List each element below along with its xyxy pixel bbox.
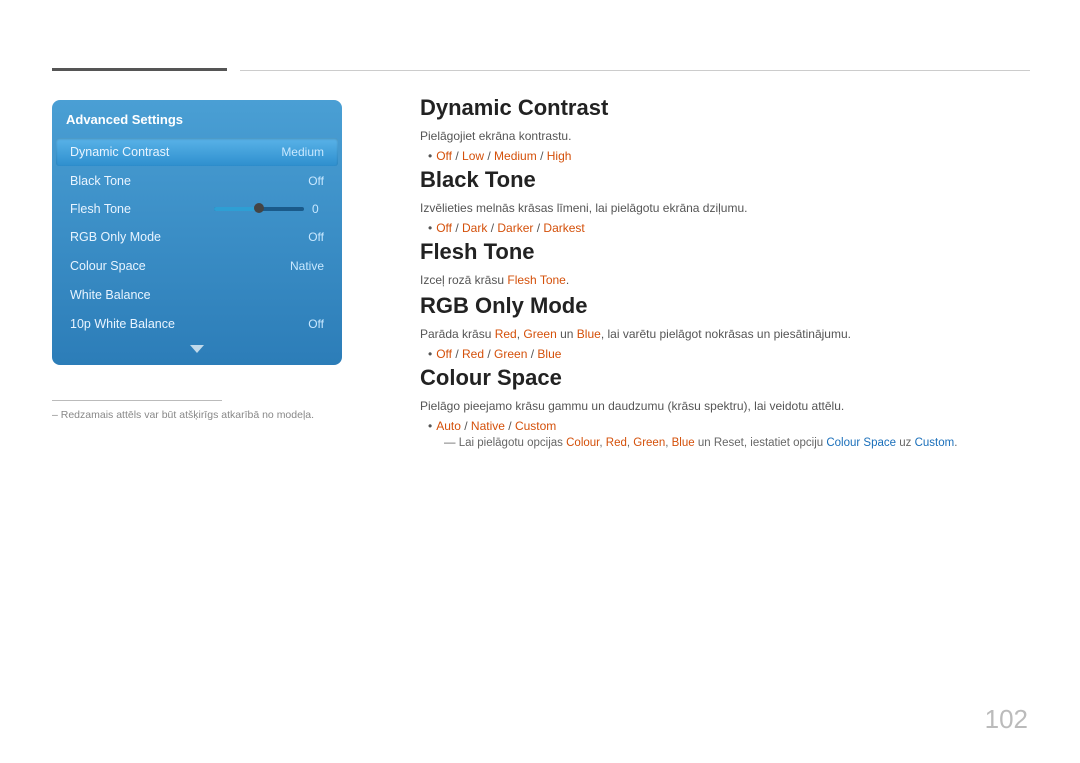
10p-white-balance-value: Off bbox=[308, 317, 324, 331]
dynamic-contrast-label: Dynamic Contrast bbox=[70, 145, 169, 159]
rgb-only-mode-desc: Parāda krāsu Red, Green un Blue, lai var… bbox=[420, 327, 1030, 341]
flesh-tone-desc: Izceļ rozā krāsu Flesh Tone. bbox=[420, 273, 1030, 287]
menu-item-flesh-tone[interactable]: Flesh Tone 0 bbox=[56, 196, 338, 222]
menu-item-10p-white-balance[interactable]: 10p White Balance Off bbox=[56, 310, 338, 338]
bullet-item: Off / Low / Medium / High bbox=[428, 149, 1030, 163]
custom-link: Custom bbox=[915, 437, 955, 449]
panel-note: – Redzamais attēls var būt atšķirīgs atk… bbox=[52, 400, 342, 421]
option-native: Native bbox=[471, 419, 505, 433]
flesh-tone-title: Flesh Tone bbox=[420, 239, 1030, 265]
colour-space-bullets: Auto / Native / Custom bbox=[420, 419, 1030, 433]
right-content: Dynamic Contrast Pielāgojiet ekrāna kont… bbox=[420, 95, 1030, 449]
dynamic-contrast-desc: Pielāgojiet ekrāna kontrastu. bbox=[420, 129, 1030, 143]
dynamic-contrast-bullets: Off / Low / Medium / High bbox=[420, 149, 1030, 163]
black-tone-bullets: Off / Dark / Darker / Darkest bbox=[420, 221, 1030, 235]
section-black-tone: Black Tone Izvēlieties melnās krāsas līm… bbox=[420, 167, 1030, 235]
flesh-slider[interactable] bbox=[214, 207, 304, 211]
blue-link2: Blue bbox=[672, 437, 695, 449]
panel-arrow[interactable] bbox=[52, 339, 342, 357]
menu-item-black-tone[interactable]: Black Tone Off bbox=[56, 167, 338, 195]
option-darker: Darker bbox=[497, 221, 533, 235]
colour-space-label: Colour Space bbox=[70, 259, 146, 273]
red-link: Red bbox=[495, 327, 517, 341]
green-link2: Green bbox=[633, 437, 665, 449]
red-link2: Red bbox=[606, 437, 627, 449]
menu-item-white-balance[interactable]: White Balance bbox=[56, 281, 338, 309]
panel-note-text: – Redzamais attēls var būt atšķirīgs atk… bbox=[52, 409, 342, 421]
option-blue: Blue bbox=[537, 347, 561, 361]
left-panel: Advanced Settings Dynamic Contrast Mediu… bbox=[52, 100, 342, 365]
page-number: 102 bbox=[985, 704, 1028, 735]
option-auto: Auto bbox=[436, 419, 461, 433]
option-red: Red bbox=[462, 347, 484, 361]
option-green: Green bbox=[494, 347, 527, 361]
menu-item-dynamic-contrast[interactable]: Dynamic Contrast Medium bbox=[56, 138, 338, 166]
black-tone-desc: Izvēlieties melnās krāsas līmeni, lai pi… bbox=[420, 201, 1030, 215]
10p-white-balance-label: 10p White Balance bbox=[70, 317, 175, 331]
colour-space-link: Colour Space bbox=[826, 437, 896, 449]
rgb-only-mode-value: Off bbox=[308, 230, 324, 244]
green-link: Green bbox=[523, 327, 556, 341]
top-line-left bbox=[52, 68, 227, 71]
flesh-value: 0 bbox=[312, 202, 324, 216]
colour-link: Colour bbox=[566, 437, 599, 449]
black-tone-value: Off bbox=[308, 174, 324, 188]
option-darkest: Darkest bbox=[543, 221, 584, 235]
white-balance-label: White Balance bbox=[70, 288, 151, 302]
option-dark: Dark bbox=[462, 221, 487, 235]
section-flesh-tone: Flesh Tone Izceļ rozā krāsu Flesh Tone. bbox=[420, 239, 1030, 287]
bullet-item: Off / Red / Green / Blue bbox=[428, 347, 1030, 361]
dynamic-contrast-title: Dynamic Contrast bbox=[420, 95, 1030, 121]
black-tone-label: Black Tone bbox=[70, 174, 131, 188]
option-custom: Custom bbox=[515, 419, 556, 433]
top-line-right bbox=[240, 70, 1030, 71]
panel-note-divider bbox=[52, 400, 222, 401]
option-off: Off bbox=[436, 221, 452, 235]
blue-link: Blue bbox=[577, 327, 601, 341]
rgb-only-mode-title: RGB Only Mode bbox=[420, 293, 1030, 319]
section-dynamic-contrast: Dynamic Contrast Pielāgojiet ekrāna kont… bbox=[420, 95, 1030, 163]
black-tone-title: Black Tone bbox=[420, 167, 1030, 193]
rgb-only-mode-label: RGB Only Mode bbox=[70, 230, 161, 244]
section-rgb-only-mode: RGB Only Mode Parāda krāsu Red, Green un… bbox=[420, 293, 1030, 361]
bullet-item: Auto / Native / Custom bbox=[428, 419, 1030, 433]
colour-space-desc: Pielāgo pieejamo krāsu gammu un daudzumu… bbox=[420, 399, 1030, 413]
option-low: Low bbox=[462, 149, 484, 163]
rgb-only-bullets: Off / Red / Green / Blue bbox=[420, 347, 1030, 361]
flesh-slider-thumb bbox=[254, 203, 264, 213]
flesh-tone-link: Flesh Tone bbox=[507, 273, 565, 287]
menu-item-colour-space[interactable]: Colour Space Native bbox=[56, 252, 338, 280]
option-high: High bbox=[547, 149, 572, 163]
menu-item-rgb-only-mode[interactable]: RGB Only Mode Off bbox=[56, 223, 338, 251]
section-colour-space: Colour Space Pielāgo pieejamo krāsu gamm… bbox=[420, 365, 1030, 449]
bullet-item: Off / Dark / Darker / Darkest bbox=[428, 221, 1030, 235]
option-medium: Medium bbox=[494, 149, 537, 163]
option-off: Off bbox=[436, 347, 452, 361]
flesh-tone-label: Flesh Tone bbox=[70, 202, 131, 216]
flesh-slider-container: 0 bbox=[214, 202, 324, 216]
panel-title: Advanced Settings bbox=[52, 112, 342, 137]
flesh-slider-fill bbox=[214, 207, 259, 211]
colour-space-value: Native bbox=[290, 259, 324, 273]
arrow-down-icon bbox=[190, 345, 204, 353]
option-off: Off bbox=[436, 149, 452, 163]
colour-space-title: Colour Space bbox=[420, 365, 1030, 391]
dynamic-contrast-value: Medium bbox=[281, 145, 324, 159]
colour-space-sub-note: Lai pielāgotu opcijas Colour, Red, Green… bbox=[420, 437, 1030, 449]
panel-box: Advanced Settings Dynamic Contrast Mediu… bbox=[52, 100, 342, 365]
